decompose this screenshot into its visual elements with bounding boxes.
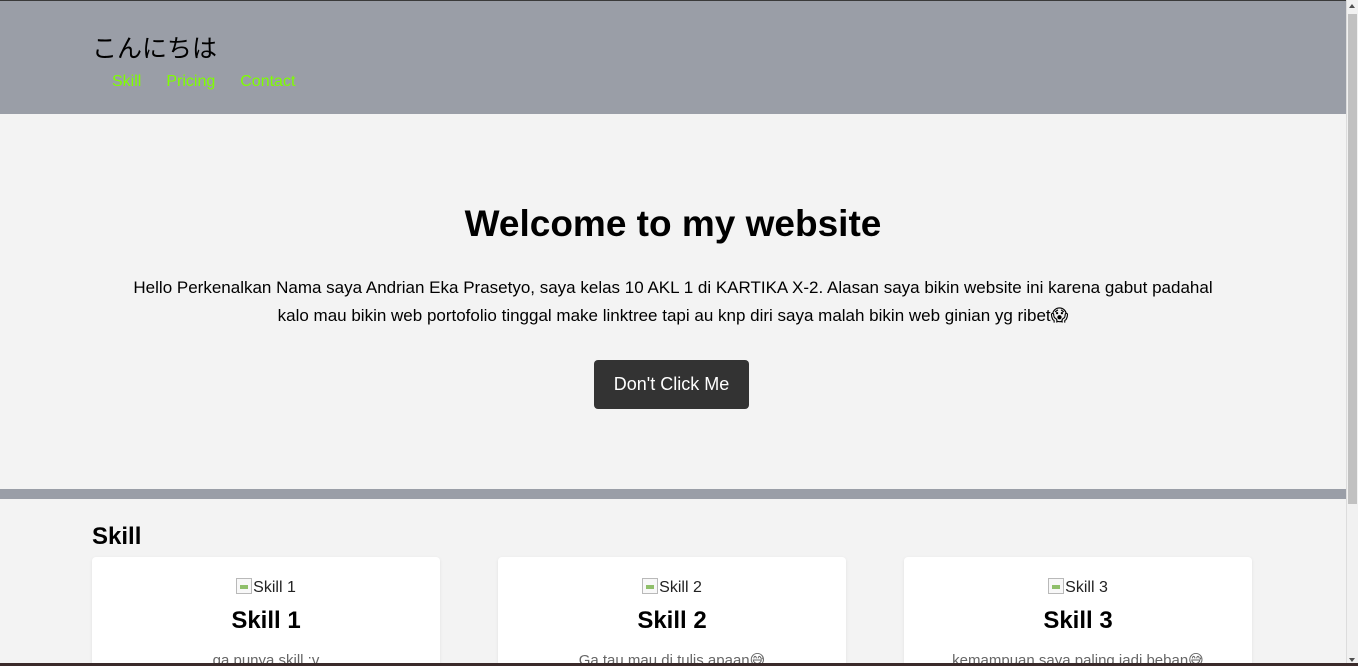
skill-card-1: Skill 1 Skill 1 ga punya skill :v [92, 557, 440, 666]
nav-link-contact[interactable]: Contact [240, 73, 295, 91]
skill-1-image: Skill 1 [92, 577, 440, 599]
hero-intro-text: Hello Perkenalkan Nama saya Andrian Eka … [92, 274, 1254, 330]
skill-2-title: Skill 2 [637, 607, 707, 634]
skill-card-2: Skill 2 Skill 2 Ga tau mau di tulis apaa… [498, 557, 846, 666]
skill-3-image: Skill 3 [904, 577, 1252, 599]
vertical-scrollbar[interactable] [1346, 0, 1358, 666]
dont-click-me-button[interactable]: Don't Click Me [594, 360, 749, 409]
browser-viewport: こんにちは Skill Pricing Contact Welcome to m… [0, 0, 1358, 666]
skill-2-image: Skill 2 [498, 577, 846, 599]
hero-intro-line-1: Hello Perkenalkan Nama saya Andrian Eka … [133, 278, 1213, 297]
nav-link-skill[interactable]: Skill [112, 73, 141, 91]
skill-1-image-alt: Skill 1 [253, 579, 296, 596]
broken-image-icon [1048, 578, 1065, 594]
broken-image-icon [236, 578, 253, 594]
hero-section: Welcome to my website Hello Perkenalkan … [0, 114, 1346, 489]
scroll-up-arrow-icon[interactable] [1349, 4, 1355, 8]
scrollbar-thumb[interactable] [1348, 14, 1357, 504]
hero-intro-line-2: kalo mau bikin web portofolio tinggal ma… [277, 306, 1069, 325]
section-divider [0, 489, 1346, 499]
main-nav: Skill Pricing Contact [112, 73, 320, 91]
site-header: こんにちは Skill Pricing Contact [0, 0, 1346, 114]
skill-section-title: Skill [92, 523, 142, 550]
scroll-down-arrow-icon[interactable] [1349, 658, 1355, 662]
skill-card-3: Skill 3 Skill 3 kemampuan saya paling ja… [904, 557, 1252, 666]
skill-3-image-alt: Skill 3 [1065, 579, 1108, 596]
nav-link-pricing[interactable]: Pricing [166, 73, 215, 91]
skill-3-title: Skill 3 [1043, 607, 1113, 634]
broken-image-icon [642, 578, 659, 594]
skill-1-title: Skill 1 [231, 607, 301, 634]
skill-2-image-alt: Skill 2 [659, 579, 702, 596]
page-content: こんにちは Skill Pricing Contact Welcome to m… [0, 0, 1346, 666]
hero-title: Welcome to my website [464, 203, 882, 244]
site-title: こんにちは [92, 34, 218, 63]
